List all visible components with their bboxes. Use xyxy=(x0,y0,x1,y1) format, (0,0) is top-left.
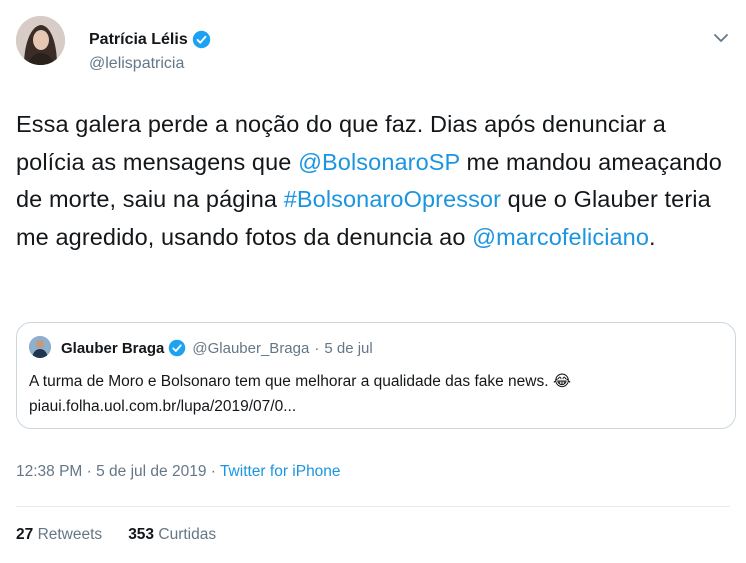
retweets-stat[interactable]: 27 Retweets xyxy=(16,526,102,544)
hashtag-link[interactable]: #BolsonaroOpressor xyxy=(284,186,501,212)
quoted-text-line: A turma de Moro e Bolsonaro tem que melh… xyxy=(29,373,571,390)
quoted-author-handle: @Glauber_Braga xyxy=(192,339,310,357)
quoted-author-name: Glauber Braga xyxy=(61,339,165,357)
quoted-header: Glauber Braga @Glauber_Braga · 5 de jul xyxy=(61,339,373,357)
author-name[interactable]: Patrícia Lélis xyxy=(89,31,188,49)
quoted-text: A turma de Moro e Bolsonaro tem que melh… xyxy=(29,369,729,419)
verified-badge-icon xyxy=(192,30,210,49)
tweet-source-link[interactable]: Twitter for iPhone xyxy=(220,463,341,480)
tweet-header: Patrícia Lélis @lelispatricia xyxy=(16,14,730,72)
quoted-tweet[interactable]: Glauber Braga @Glauber_Braga · 5 de jul … xyxy=(16,322,736,429)
author-name-row: Patrícia Lélis xyxy=(89,30,211,49)
tweet-body: Essa galera perde a noção do que faz. Di… xyxy=(16,106,728,256)
likes-label: Curtidas xyxy=(158,526,217,543)
divider xyxy=(16,506,730,507)
tweet-stats: 27 Retweets 353 Curtidas xyxy=(16,526,242,544)
mention-link[interactable]: @marcofeliciano xyxy=(472,224,649,250)
author-handle[interactable]: @lelispatricia xyxy=(89,55,184,73)
tweet-timestamp[interactable]: 12:38 PM · 5 de jul de 2019 · xyxy=(16,463,220,480)
tweet-text-part: . xyxy=(649,223,656,250)
author-avatar[interactable] xyxy=(16,16,65,65)
mention-link[interactable]: @BolsonaroSP xyxy=(298,149,460,175)
quoted-date: 5 de jul xyxy=(324,339,373,357)
quoted-url: piaui.folha.uol.com.br/lupa/2019/07/0... xyxy=(29,398,297,415)
verified-badge-icon xyxy=(169,339,186,357)
separator-dot: · xyxy=(314,339,320,357)
tweet-meta: 12:38 PM · 5 de jul de 2019 · Twitter fo… xyxy=(16,463,341,481)
chevron-down-icon[interactable] xyxy=(712,31,730,45)
quoted-author-avatar xyxy=(29,336,51,358)
likes-count: 353 xyxy=(128,526,155,543)
likes-stat[interactable]: 353 Curtidas xyxy=(128,526,216,544)
retweets-count: 27 xyxy=(16,526,34,543)
retweets-label: Retweets xyxy=(37,526,103,543)
